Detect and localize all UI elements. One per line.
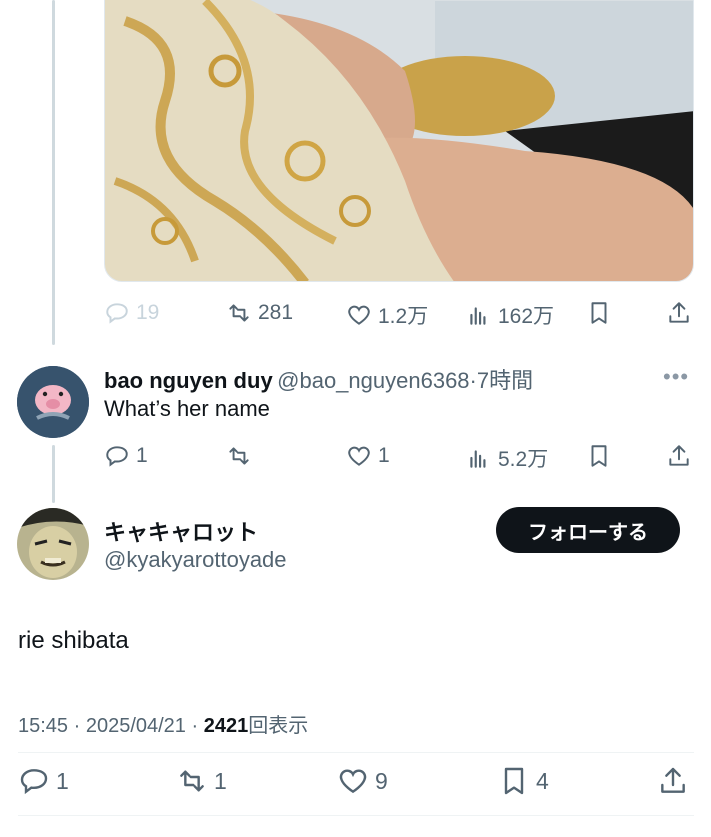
- reply-icon: [20, 769, 48, 795]
- view-count: 2421: [203, 715, 249, 737]
- bookmark-icon: [591, 445, 607, 467]
- avatar[interactable]: [17, 508, 89, 580]
- retweet-icon: [229, 304, 249, 322]
- like-count: 9: [375, 767, 388, 794]
- views-action[interactable]: 162万: [466, 300, 554, 330]
- heart-icon: [339, 769, 367, 794]
- timestamp[interactable]: 15:45 · 2025/04/21 ·: [18, 715, 204, 737]
- views-count: 5.2万: [498, 448, 549, 471]
- handle[interactable]: @bao_nguyen6368: [277, 368, 469, 393]
- follow-button[interactable]: フォローする: [496, 507, 680, 553]
- tweet-photo[interactable]: [104, 0, 694, 282]
- divider: [18, 752, 694, 753]
- view-suffix: 回表示: [248, 715, 309, 737]
- bookmark-action[interactable]: 4: [498, 765, 549, 797]
- thread-line: [52, 445, 55, 503]
- share-icon: [669, 445, 689, 466]
- reply-header: bao nguyen duy @bao_nguyen6368·7時間: [104, 363, 533, 395]
- like-action[interactable]: 1: [346, 443, 390, 469]
- more-icon[interactable]: •••: [663, 364, 689, 390]
- reply-action[interactable]: 19: [104, 300, 159, 326]
- like-action[interactable]: 9: [337, 765, 388, 797]
- views-count: 162万: [498, 305, 555, 328]
- heart-icon: [348, 305, 370, 325]
- retweet-action[interactable]: 281: [226, 300, 293, 326]
- analytics-icon: [470, 307, 486, 325]
- analytics-icon: [470, 450, 486, 468]
- handle[interactable]: @kyakyarottoyade: [104, 547, 287, 573]
- divider: [18, 815, 694, 816]
- share-icon: [669, 302, 689, 323]
- bookmark-action[interactable]: [586, 300, 612, 326]
- retweet-action[interactable]: 1: [176, 765, 227, 797]
- tweet-timestamp: 15:45 · 2025/04/21 · 2421回表示: [18, 709, 308, 738]
- reply-count: 1: [136, 444, 148, 467]
- heart-icon: [348, 446, 370, 466]
- reply-count: 19: [136, 301, 160, 324]
- timestamp[interactable]: 7時間: [477, 368, 533, 393]
- reply-icon: [106, 446, 128, 467]
- share-action[interactable]: [666, 300, 692, 326]
- share-action[interactable]: [666, 443, 692, 469]
- retweet-count: 1: [214, 767, 227, 794]
- like-count: 1: [378, 444, 390, 467]
- retweet-icon: [229, 447, 249, 465]
- bookmark-icon: [504, 767, 524, 795]
- display-name[interactable]: bao nguyen duy: [104, 368, 273, 393]
- thread-line: [52, 0, 55, 345]
- display-name[interactable]: キャキャロット: [104, 515, 258, 547]
- reply-icon: [106, 303, 128, 324]
- retweet-icon: [180, 770, 204, 792]
- reply-count: 1: [56, 767, 69, 794]
- share-icon: [661, 767, 685, 793]
- reply-action[interactable]: 1: [104, 443, 148, 469]
- share-action[interactable]: [657, 765, 689, 797]
- bookmark-count: 4: [536, 767, 549, 794]
- bookmark-icon: [591, 302, 607, 324]
- retweet-count: 281: [258, 301, 294, 324]
- separator: ·: [469, 368, 477, 393]
- like-count: 1.2万: [378, 305, 429, 328]
- reply-action[interactable]: 1: [18, 765, 69, 797]
- reply-text: What’s her name: [104, 396, 270, 421]
- views-action[interactable]: 5.2万: [466, 443, 548, 473]
- avatar[interactable]: [17, 366, 89, 438]
- bookmark-action[interactable]: [586, 443, 612, 469]
- retweet-action[interactable]: [226, 443, 258, 469]
- like-action[interactable]: 1.2万: [346, 300, 428, 330]
- tweet-text: rie shibata: [18, 627, 129, 654]
